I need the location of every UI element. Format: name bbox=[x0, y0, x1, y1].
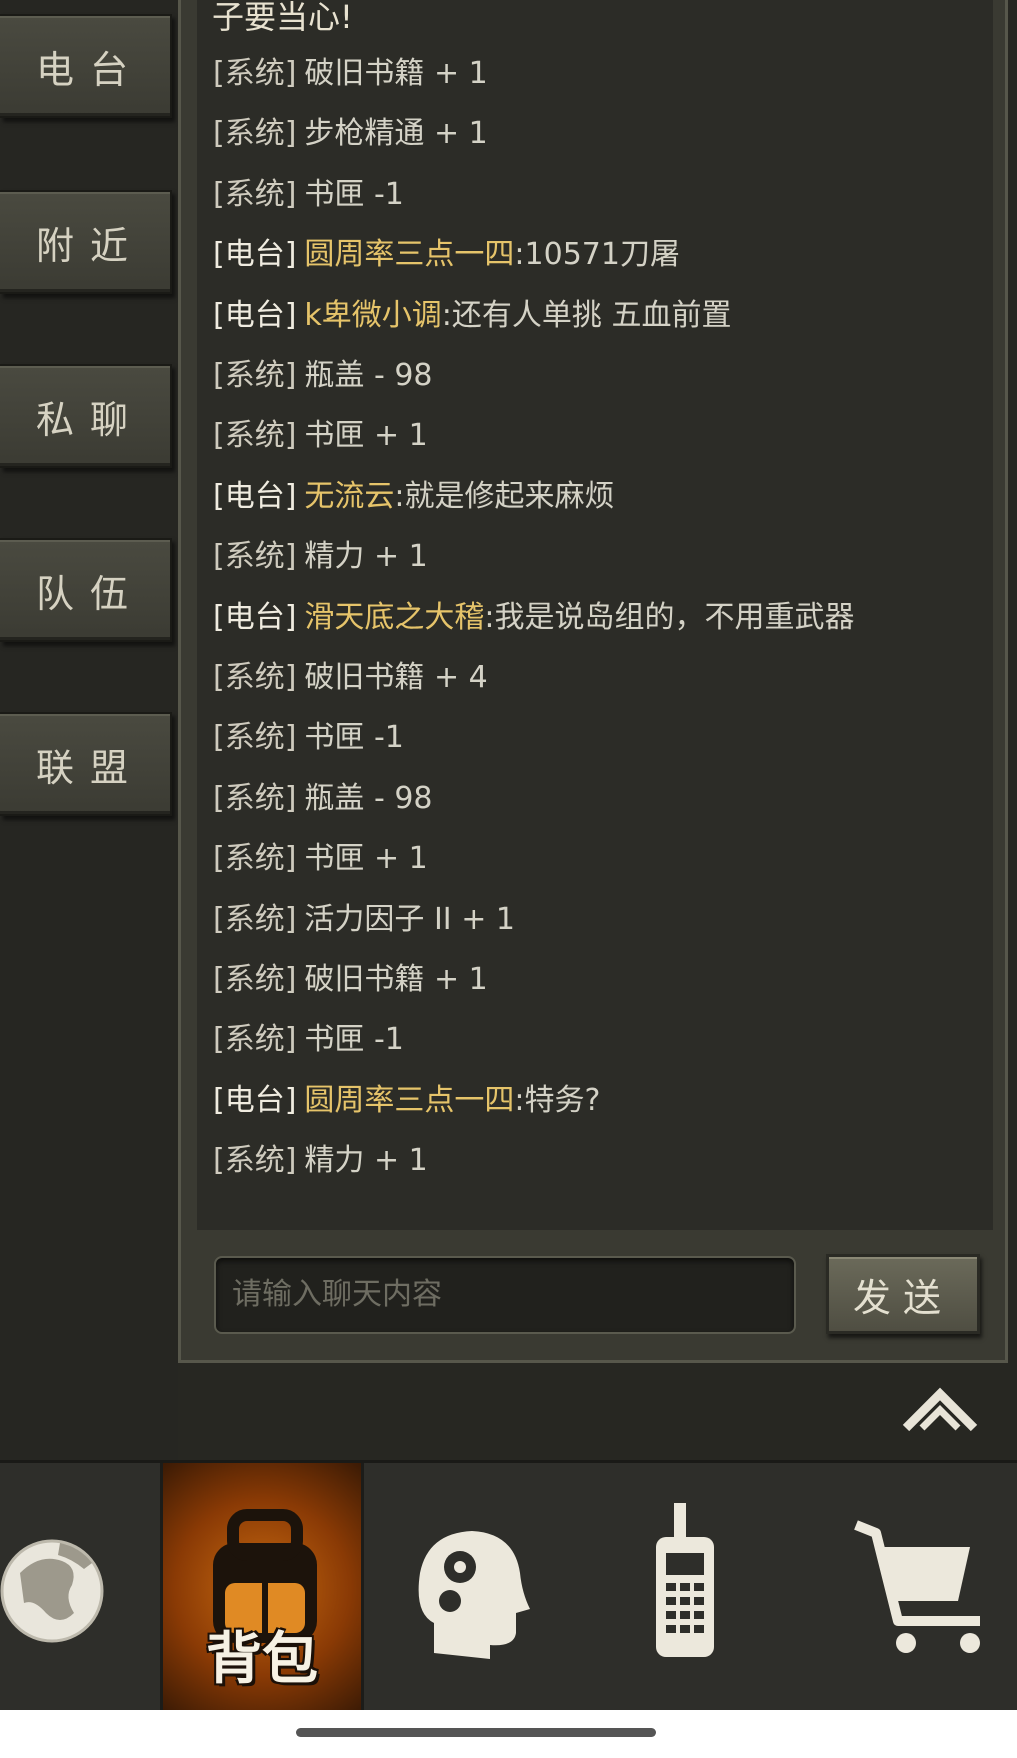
chat-message-partial: 子要当心! bbox=[212, 0, 353, 36]
message-text: 书匣 + 1 bbox=[304, 841, 428, 877]
message-channel-tag: [系统] bbox=[213, 539, 297, 575]
chat-message: [系统] 瓶盖 - 98 bbox=[213, 773, 433, 817]
message-text: 书匣 -1 bbox=[304, 176, 404, 212]
chat-message: [系统] 书匣 + 1 bbox=[213, 410, 428, 454]
message-channel-tag: [电台] bbox=[213, 1082, 297, 1118]
message-channel-tag: [系统] bbox=[213, 418, 297, 454]
message-channel-tag: [电台] bbox=[213, 599, 297, 635]
tab-team[interactable]: 队伍 bbox=[0, 538, 172, 642]
chat-message: [系统] 书匣 -1 bbox=[213, 169, 404, 213]
message-channel-tag: [系统] bbox=[213, 720, 297, 756]
home-indicator[interactable] bbox=[296, 1728, 656, 1737]
message-speaker[interactable]: k卑微小调 bbox=[304, 298, 441, 333]
tab-radio[interactable]: 电台 bbox=[0, 14, 172, 118]
message-channel-tag: [系统] bbox=[213, 1022, 297, 1058]
message-channel-tag: [系统] bbox=[213, 962, 297, 997]
chat-message: [系统] 破旧书籍 + 1 bbox=[213, 48, 488, 92]
chat-message: [系统] 书匣 -1 bbox=[213, 1014, 404, 1058]
send-button[interactable]: 发送 bbox=[826, 1254, 980, 1334]
message-channel-tag: [系统] bbox=[213, 56, 297, 91]
message-speaker[interactable]: 无流云 bbox=[304, 479, 394, 514]
shopping-cart-icon bbox=[854, 1520, 980, 1653]
message-channel-tag: [系统] bbox=[213, 841, 297, 877]
message-speaker[interactable]: 滑天底之大稽 bbox=[304, 600, 484, 635]
chat-message: [系统] 活力因子 II + 1 bbox=[213, 894, 515, 938]
message-channel-tag: [系统] bbox=[213, 176, 297, 212]
nav-radio[interactable] bbox=[574, 1463, 774, 1713]
message-text: :我是说岛组的，不用重武器 bbox=[484, 599, 855, 635]
head-gears-icon bbox=[418, 1531, 530, 1659]
message-text: 步枪精通 + 1 bbox=[304, 116, 488, 152]
message-text: 书匣 -1 bbox=[304, 1022, 404, 1058]
message-text: :10571刀屠 bbox=[514, 237, 680, 273]
message-text: 瓶盖 - 98 bbox=[304, 358, 433, 393]
chat-channel-tabs: 电台 附近 私聊 队伍 联盟 bbox=[0, 0, 178, 1460]
message-text: 书匣 -1 bbox=[304, 720, 404, 756]
message-channel-tag: [电台] bbox=[213, 478, 297, 514]
chat-message: [电台] 圆周率三点一四:10571刀屠 bbox=[213, 229, 680, 273]
chat-message: [系统] 精力 + 1 bbox=[213, 1135, 428, 1179]
message-text: :就是修起来麻烦 bbox=[394, 478, 615, 514]
message-text: 精力 + 1 bbox=[304, 1143, 428, 1179]
message-channel-tag: [系统] bbox=[213, 660, 297, 695]
bottom-nav: 背包 bbox=[0, 1460, 1017, 1713]
message-text: 破旧书籍 + 4 bbox=[304, 660, 488, 695]
chat-message: [系统] 破旧书籍 + 4 bbox=[213, 652, 488, 696]
chat-message: [系统] 步枪精通 + 1 bbox=[213, 108, 488, 152]
walkie-talkie-icon bbox=[656, 1503, 714, 1657]
message-text: 瓶盖 - 98 bbox=[304, 780, 433, 816]
globe-icon bbox=[0, 1539, 104, 1643]
message-channel-tag: [系统] bbox=[213, 116, 297, 152]
collapse-up-icon[interactable] bbox=[900, 1378, 980, 1438]
chat-message: [系统] 破旧书籍 + 1 bbox=[213, 954, 488, 998]
chat-message: [系统] 瓶盖 - 98 bbox=[213, 350, 433, 394]
chat-message: [系统] 精力 + 1 bbox=[213, 531, 428, 575]
tab-alliance[interactable]: 联盟 bbox=[0, 712, 172, 816]
message-text: 破旧书籍 + 1 bbox=[304, 962, 488, 997]
message-channel-tag: [系统] bbox=[213, 1143, 297, 1179]
chat-message: [电台] 圆周率三点一四:特务? bbox=[213, 1075, 600, 1119]
message-text: :还有人单挑 五血前置 bbox=[441, 297, 732, 333]
message-speaker[interactable]: 圆周率三点一四 bbox=[304, 237, 514, 272]
message-text: 精力 + 1 bbox=[304, 539, 428, 575]
chat-message: [系统] 书匣 -1 bbox=[213, 712, 404, 756]
message-channel-tag: [系统] bbox=[213, 358, 297, 393]
message-text: :特务? bbox=[514, 1082, 601, 1118]
chat-input[interactable] bbox=[214, 1256, 796, 1334]
tab-nearby[interactable]: 附近 bbox=[0, 190, 172, 294]
chat-message: [电台] 滑天底之大稽:我是说岛组的，不用重武器 bbox=[213, 592, 855, 636]
nav-world[interactable] bbox=[0, 1463, 160, 1713]
message-text: 书匣 + 1 bbox=[304, 418, 428, 454]
message-channel-tag: [电台] bbox=[213, 237, 297, 273]
chat-message: [系统] 书匣 + 1 bbox=[213, 833, 428, 877]
message-channel-tag: [电台] bbox=[213, 297, 297, 333]
chat-message: [电台] 无流云:就是修起来麻烦 bbox=[213, 471, 615, 515]
nav-skills[interactable] bbox=[364, 1463, 574, 1713]
nav-backpack-label: 背包 bbox=[206, 1627, 318, 1692]
tab-private[interactable]: 私聊 bbox=[0, 364, 172, 468]
message-text: 活力因子 II + 1 bbox=[304, 901, 515, 937]
nav-shop[interactable] bbox=[774, 1463, 1017, 1713]
message-speaker[interactable]: 圆周率三点一四 bbox=[304, 1083, 514, 1118]
message-channel-tag: [系统] bbox=[213, 780, 297, 816]
message-channel-tag: [系统] bbox=[213, 901, 297, 937]
nav-backpack[interactable]: 背包 bbox=[163, 1463, 361, 1713]
message-text: 破旧书籍 + 1 bbox=[304, 56, 488, 91]
chat-message: [电台] k卑微小调:还有人单挑 五血前置 bbox=[213, 290, 731, 334]
